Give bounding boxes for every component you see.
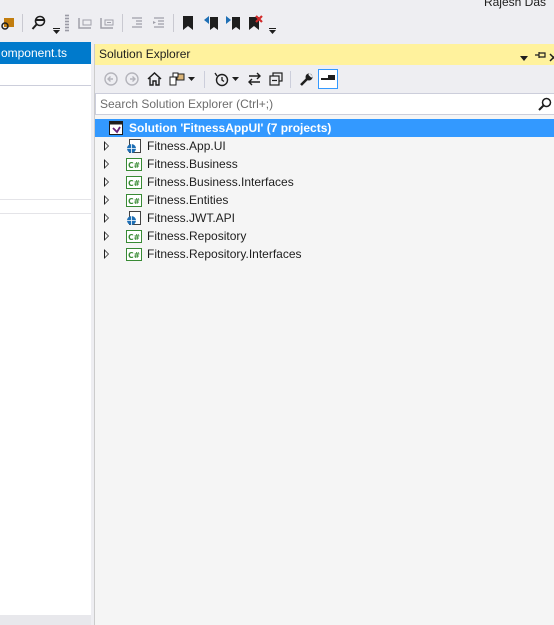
pending-changes-filter-icon[interactable]: [212, 70, 230, 88]
tree-item-label: Fitness.Business.Interfaces: [147, 175, 294, 189]
solution-explorer-panel: Solution Explorer Search Solution Explor…: [94, 44, 554, 625]
expand-arrow-icon[interactable]: [104, 249, 109, 259]
find-dropdown-icon[interactable]: [52, 22, 60, 40]
user-name[interactable]: Rajesh Das: [484, 0, 546, 9]
toolbar-separator: [22, 14, 23, 32]
search-icon[interactable]: [538, 97, 552, 114]
tree-item-fitness-app-ui[interactable]: Fitness.App.UI: [95, 137, 554, 155]
tree-item-fitness-business-interfaces[interactable]: C# Fitness.Business.Interfaces: [95, 173, 554, 191]
expand-arrow-icon[interactable]: [104, 159, 109, 169]
csharp-badge: C#: [128, 251, 140, 260]
toolbar-overflow-icon[interactable]: [267, 22, 277, 40]
expand-arrow-icon[interactable]: [104, 141, 109, 151]
solution-node[interactable]: Solution 'FitnessAppUI' (7 projects): [95, 119, 554, 137]
tree-item-fitness-entities[interactable]: C# Fitness.Entities: [95, 191, 554, 209]
csharp-project-icon: C#: [126, 246, 142, 262]
tree-item-fitness-jwt-api[interactable]: Fitness.JWT.API: [95, 209, 554, 227]
previous-bookmark-icon[interactable]: [202, 14, 220, 32]
filter-dropdown-icon[interactable]: [230, 70, 240, 88]
tree-item-label: Fitness.App.UI: [147, 139, 226, 153]
editor-navigation-bar[interactable]: [0, 64, 91, 86]
preview-selected-items-icon[interactable]: [318, 69, 338, 89]
csharp-project-icon: C#: [126, 192, 142, 208]
sync-with-active-document-icon[interactable]: [245, 70, 263, 88]
csharp-project-icon: C#: [126, 174, 142, 190]
home-icon[interactable]: [145, 70, 163, 88]
comment-lines-icon[interactable]: [76, 14, 94, 32]
solution-explorer-search-box[interactable]: [95, 93, 554, 115]
tree-item-label: Fitness.Business: [147, 157, 238, 171]
uncomment-lines-icon[interactable]: [98, 14, 116, 32]
editor-tab[interactable]: omponent.ts: [0, 42, 91, 64]
csharp-project-icon: C#: [126, 228, 142, 244]
csharp-badge: C#: [128, 161, 140, 170]
tree-item-label: Fitness.Repository: [147, 229, 247, 243]
solution-explorer-toolbar: [95, 65, 554, 93]
clear-bookmarks-icon[interactable]: [246, 14, 264, 32]
toolbar-separator: [173, 14, 174, 32]
editor-divider: [0, 199, 91, 200]
editor-horizontal-scrollbar[interactable]: [0, 615, 91, 625]
collapse-all-icon[interactable]: [267, 70, 285, 88]
find-in-files-icon[interactable]: [0, 14, 16, 32]
toolbar-separator: [290, 71, 291, 88]
tree-item-fitness-business[interactable]: C# Fitness.Business: [95, 155, 554, 173]
solution-explorer-title-bar[interactable]: Solution Explorer: [95, 44, 554, 65]
solution-tree: Solution 'FitnessAppUI' (7 projects) Fit…: [95, 117, 554, 625]
properties-wrench-icon[interactable]: [297, 70, 315, 88]
code-editor[interactable]: omponent.ts: [0, 42, 91, 625]
tree-item-label: Fitness.Repository.Interfaces: [147, 247, 302, 261]
forward-icon[interactable]: [123, 70, 141, 88]
solution-icon: [108, 120, 124, 136]
web-project-icon: [126, 138, 142, 154]
tree-item-label: Fitness.Entities: [147, 193, 229, 207]
outdent-icon[interactable]: [128, 14, 146, 32]
csharp-badge: C#: [128, 233, 140, 242]
web-project-icon: [126, 210, 142, 226]
switch-views-icon[interactable]: [168, 70, 186, 88]
back-icon[interactable]: [102, 70, 120, 88]
switch-views-dropdown-icon[interactable]: [186, 70, 196, 88]
csharp-badge: C#: [128, 179, 140, 188]
bookmark-icon[interactable]: [180, 14, 196, 32]
search-input[interactable]: [100, 96, 520, 112]
tree-item-label: Fitness.JWT.API: [147, 211, 236, 225]
solution-label: Solution 'FitnessAppUI' (7 projects): [129, 121, 332, 135]
expand-arrow-icon[interactable]: [104, 231, 109, 241]
toolbar-separator: [122, 14, 123, 32]
tree-item-fitness-repository-interfaces[interactable]: C# Fitness.Repository.Interfaces: [95, 245, 554, 263]
editor-divider: [0, 213, 91, 214]
next-bookmark-icon[interactable]: [224, 14, 242, 32]
expand-arrow-icon[interactable]: [104, 195, 109, 205]
editor-tab-label: omponent.ts: [0, 46, 67, 60]
toolbar-grip[interactable]: [65, 14, 69, 32]
find-icon[interactable]: [30, 14, 48, 32]
expand-arrow-icon[interactable]: [104, 177, 109, 187]
csharp-project-icon: C#: [126, 156, 142, 172]
toolbar-separator: [204, 71, 205, 88]
main-toolbar: Rajesh Das: [0, 0, 554, 38]
expand-arrow-icon[interactable]: [104, 213, 109, 223]
solution-explorer-title: Solution Explorer: [99, 47, 191, 61]
indent-icon[interactable]: [150, 14, 168, 32]
tree-item-fitness-repository[interactable]: C# Fitness.Repository: [95, 227, 554, 245]
csharp-badge: C#: [128, 197, 140, 206]
